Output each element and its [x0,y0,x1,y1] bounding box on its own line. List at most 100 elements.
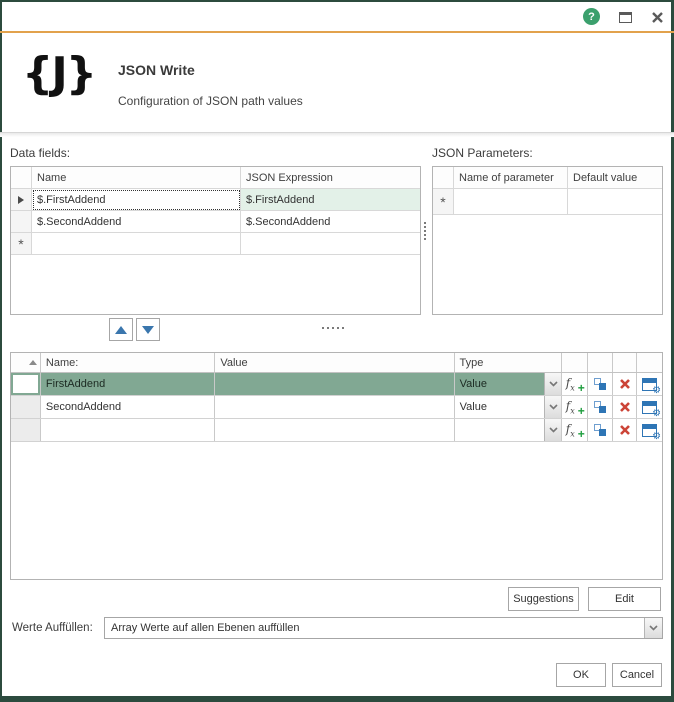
value-type-cell[interactable]: Value [454,373,545,395]
value-name-cell[interactable]: SecondAddend [41,396,216,418]
delete-icon [619,402,630,412]
window-settings-button[interactable]: ⚙ [637,419,662,441]
sort-ascending-icon [28,360,37,365]
help-glyph: ? [588,10,595,23]
data-field-name-cell[interactable]: $.SecondAddend [32,211,241,233]
move-up-button[interactable] [109,318,133,341]
values-grid-row: FirstAddend Value fx + ⚙ [11,373,662,396]
window-settings-icon: ⚙ [642,400,661,418]
fill-values-label: Werte Auffüllen: [12,622,93,634]
value-name-cell[interactable]: FirstAddend [40,373,216,395]
data-field-expression-cell[interactable]: $.FirstAddend [241,189,420,211]
value-value-cell[interactable] [215,373,455,395]
window-settings-button[interactable]: ⚙ [637,373,662,395]
value-name-cell[interactable] [41,419,216,441]
column-header-settings [637,353,662,372]
column-header-default[interactable]: Default value [568,167,662,189]
row-handle[interactable] [11,419,41,441]
window-settings-icon: ⚙ [642,423,661,441]
close-icon [651,11,663,23]
delete-button[interactable] [613,373,638,395]
edit-button[interactable]: Edit [588,587,661,611]
accent-line [0,31,674,33]
data-fields-label: Data fields: [10,146,71,160]
parameter-name-cell[interactable] [454,189,568,215]
formula-add-icon: fx + [565,376,585,395]
type-dropdown-button[interactable] [544,419,563,441]
new-row-marker: * [11,233,32,255]
column-header-expression[interactable]: JSON Expression [241,167,420,189]
type-dropdown-button[interactable] [544,373,563,395]
fill-values-dropdown-button[interactable] [644,618,662,638]
column-header-type[interactable]: Type [454,353,563,372]
json-braces-icon: {J} [22,48,97,99]
copy-icon [594,401,607,413]
data-field-expression-cell[interactable]: $.SecondAddend [241,211,420,233]
close-button[interactable] [649,9,665,25]
column-header-name[interactable]: Name [32,167,241,189]
values-grid: Name: Value Type FirstAddend Value fx + ⚙… [10,352,663,580]
column-header-delete [613,353,638,372]
json-write-dialog: ? {J} JSON Write Configuration of JSON p… [0,0,674,702]
table-row-new: * [11,233,420,255]
move-down-button[interactable] [136,318,160,341]
value-type-cell[interactable]: Value [455,396,545,418]
ok-button[interactable]: OK [556,663,606,687]
data-fields-header-row: Name JSON Expression [11,167,420,189]
copy-button[interactable] [588,396,614,418]
column-header-name[interactable]: Name: [40,353,216,372]
header-shadow [0,133,674,137]
page-title: JSON Write [118,62,195,78]
values-grid-header: Name: Value Type [11,353,662,373]
cancel-button[interactable]: Cancel [612,663,662,687]
formula-add-button[interactable]: fx + [562,419,589,441]
chevron-down-icon [649,625,658,631]
column-header-formula [562,353,589,372]
sort-header-cell[interactable] [11,353,41,372]
copy-button[interactable] [588,419,614,441]
formula-add-button[interactable]: fx + [562,396,589,418]
copy-button[interactable] [588,373,614,395]
copy-icon [594,378,607,390]
parameter-default-cell[interactable] [568,189,662,215]
suggestions-button[interactable]: Suggestions [508,587,579,611]
arrow-down-icon [142,325,154,334]
row-arrow-icon [18,195,24,204]
delete-icon [619,379,630,389]
column-header-value[interactable]: Value [215,353,455,372]
delete-button[interactable] [613,419,638,441]
help-icon: ? [583,8,600,25]
window-border-left [0,0,2,702]
column-header-parameter[interactable]: Name of parameter [454,167,568,189]
horizontal-splitter-grip[interactable] [322,327,344,329]
json-parameters-table: Name of parameter Default value * [432,166,663,315]
window-border-bottom [0,696,674,702]
formula-add-button[interactable]: fx + [562,373,589,395]
window-settings-button[interactable]: ⚙ [637,396,662,418]
type-dropdown-button[interactable] [544,396,563,418]
new-row-marker: * [433,189,454,215]
json-parameters-label: JSON Parameters: [432,146,533,160]
vertical-splitter-grip[interactable] [424,222,426,240]
data-field-expression-cell[interactable] [241,233,420,255]
copy-icon [594,424,607,436]
value-value-cell[interactable] [215,419,455,441]
data-field-name-cell[interactable]: $.FirstAddend [32,189,241,211]
values-grid-row: SecondAddend Value fx + ⚙ [11,396,662,419]
table-row: $.SecondAddend $.SecondAddend [11,211,420,233]
value-value-cell[interactable] [215,396,455,418]
fill-values-select[interactable]: Array Werte auf allen Ebenen auffüllen [104,617,663,639]
value-type-cell[interactable] [455,419,545,441]
current-row-marker [11,189,32,211]
data-field-name-cell[interactable] [32,233,241,255]
row-marker-header [433,167,454,189]
chevron-down-icon [549,427,558,433]
page-subtitle: Configuration of JSON path values [118,94,303,108]
window-settings-icon: ⚙ [642,377,661,395]
maximize-button[interactable] [617,10,633,24]
row-handle[interactable] [11,373,41,395]
row-handle[interactable] [11,396,41,418]
delete-button[interactable] [613,396,638,418]
fill-values-selected-option: Array Werte auf allen Ebenen auffüllen [111,622,300,634]
help-button[interactable]: ? [583,8,600,25]
